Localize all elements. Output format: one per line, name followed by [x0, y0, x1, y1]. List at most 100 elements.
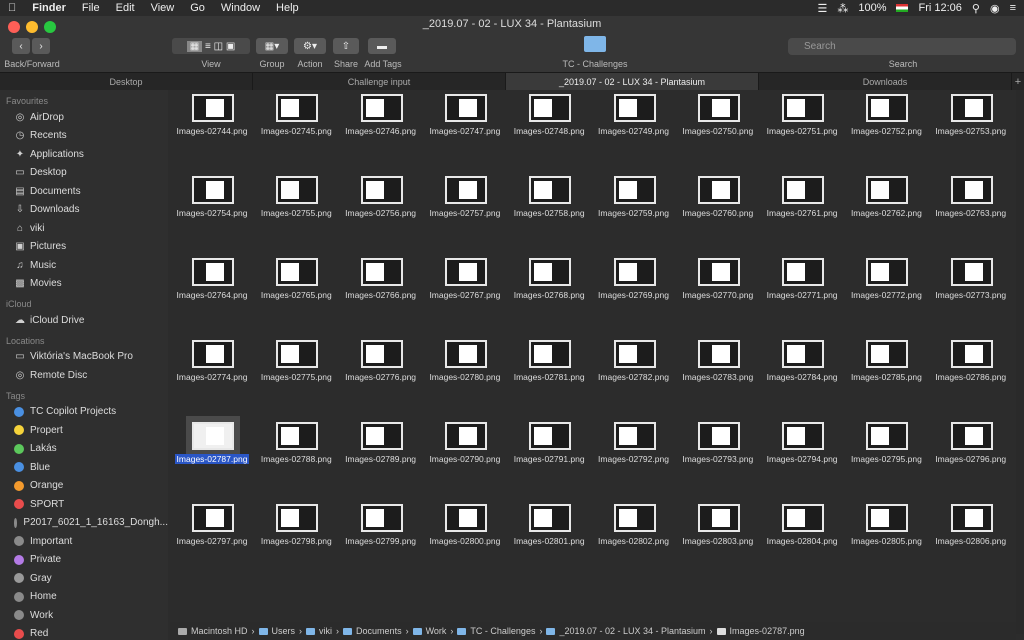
file-item[interactable]: Images-02750.png: [676, 90, 760, 154]
file-item[interactable]: Images-02790.png: [423, 402, 507, 482]
file-item[interactable]: Images-02786.png: [929, 320, 1013, 400]
file-item[interactable]: Images-02772.png: [844, 238, 928, 318]
file-item[interactable]: Images-02805.png: [844, 484, 928, 564]
file-item[interactable]: Images-02769.png: [592, 238, 676, 318]
search-icon[interactable]: ⚲: [972, 2, 980, 15]
menu-file[interactable]: File: [74, 0, 108, 16]
file-item[interactable]: Images-02758.png: [507, 156, 591, 236]
path-segment[interactable]: Images-02787.png: [730, 626, 805, 636]
file-item[interactable]: Images-02789.png: [339, 402, 423, 482]
sidebar-tag-item[interactable]: Work: [0, 606, 168, 625]
siri-icon[interactable]: ◉: [990, 2, 1000, 15]
sidebar-tag-item[interactable]: TC Copilot Projects: [0, 403, 168, 422]
file-item[interactable]: Images-02763.png: [929, 156, 1013, 236]
battery-percent[interactable]: 100%: [858, 2, 886, 14]
file-item[interactable]: Images-02760.png: [676, 156, 760, 236]
path-segment[interactable]: Work: [426, 626, 447, 636]
file-item[interactable]: Images-02766.png: [339, 238, 423, 318]
file-item[interactable]: Images-02780.png: [423, 320, 507, 400]
clock[interactable]: Fri 12:06: [918, 2, 961, 14]
sidebar-tag-item[interactable]: Red: [0, 625, 168, 640]
file-item[interactable]: Images-02803.png: [676, 484, 760, 564]
file-item[interactable]: Images-02754.png: [170, 156, 254, 236]
group-button[interactable]: ▦▾: [256, 38, 288, 54]
file-item[interactable]: Images-02781.png: [507, 320, 591, 400]
file-item[interactable]: Images-02744.png: [170, 90, 254, 154]
tab-plantasium[interactable]: _2019.07 - 02 - LUX 34 - Plantasium: [506, 73, 759, 90]
file-item[interactable]: Images-02756.png: [339, 156, 423, 236]
file-item[interactable]: Images-02775.png: [254, 320, 338, 400]
sidebar-favourite-item[interactable]: ◎ AirDrop: [0, 108, 168, 127]
file-item[interactable]: Images-02798.png: [254, 484, 338, 564]
tab-downloads[interactable]: Downloads: [759, 73, 1012, 90]
file-item[interactable]: Images-02791.png: [507, 402, 591, 482]
sidebar-favourite-item[interactable]: ▭ Desktop: [0, 164, 168, 183]
file-item[interactable]: Images-02773.png: [929, 238, 1013, 318]
sidebar-favourite-item[interactable]: ◷ Recents: [0, 127, 168, 146]
sidebar-tag-item[interactable]: Gray: [0, 569, 168, 588]
tab-challenge-input[interactable]: Challenge input: [253, 73, 506, 90]
sidebar-tag-item[interactable]: Propert: [0, 421, 168, 440]
file-item[interactable]: Images-02768.png: [507, 238, 591, 318]
file-item[interactable]: Images-02792.png: [592, 402, 676, 482]
file-item[interactable]: Images-02771.png: [760, 238, 844, 318]
tab-desktop[interactable]: Desktop: [0, 73, 253, 90]
file-item[interactable]: Images-02755.png: [254, 156, 338, 236]
file-item[interactable]: Images-02784.png: [760, 320, 844, 400]
file-item[interactable]: Images-02788.png: [254, 402, 338, 482]
sidebar-tag-item[interactable]: P2017_6021_1_16163_Dongh...: [0, 514, 168, 533]
menu-list-icon[interactable]: ≡: [1010, 2, 1016, 14]
sidebar-tag-item[interactable]: Home: [0, 588, 168, 607]
file-item[interactable]: Images-02745.png: [254, 90, 338, 154]
search-input[interactable]: Search: [788, 38, 1016, 55]
sidebar-tag-item[interactable]: SPORT: [0, 495, 168, 514]
path-segment[interactable]: Macintosh HD: [191, 626, 248, 636]
back-button[interactable]: ‹: [12, 38, 30, 54]
share-button[interactable]: ⇧: [333, 38, 359, 54]
file-item[interactable]: Images-02767.png: [423, 238, 507, 318]
file-item[interactable]: Images-02776.png: [339, 320, 423, 400]
sidebar-tag-item[interactable]: Lakás: [0, 440, 168, 459]
file-item[interactable]: Images-02770.png: [676, 238, 760, 318]
menu-app-name[interactable]: Finder: [24, 0, 74, 16]
sidebar-tag-item[interactable]: Private: [0, 551, 168, 570]
file-item[interactable]: Images-02797.png: [170, 484, 254, 564]
menu-edit[interactable]: Edit: [108, 0, 143, 16]
column-view-icon[interactable]: ◫: [214, 41, 223, 52]
file-item[interactable]: Images-02796.png: [929, 402, 1013, 482]
sidebar-location-item[interactable]: ◎ Remote Disc: [0, 366, 168, 385]
file-item[interactable]: Images-02761.png: [760, 156, 844, 236]
view-switcher[interactable]: ▦ ≡ ◫ ▣: [172, 38, 250, 54]
sidebar-tag-item[interactable]: Blue: [0, 458, 168, 477]
sidebar-tag-item[interactable]: Important: [0, 532, 168, 551]
file-item[interactable]: Images-02782.png: [592, 320, 676, 400]
folder-icon[interactable]: [584, 36, 606, 52]
file-item[interactable]: Images-02753.png: [929, 90, 1013, 154]
file-item[interactable]: Images-02806.png: [929, 484, 1013, 564]
file-item[interactable]: Images-02748.png: [507, 90, 591, 154]
sidebar-favourite-item[interactable]: ▣ Pictures: [0, 238, 168, 257]
apple-icon[interactable]: : [0, 0, 24, 16]
file-item[interactable]: Images-02794.png: [760, 402, 844, 482]
new-tab-button[interactable]: +: [1012, 73, 1024, 90]
path-segment[interactable]: viki: [319, 626, 332, 636]
file-item[interactable]: Images-02746.png: [339, 90, 423, 154]
file-item[interactable]: Images-02757.png: [423, 156, 507, 236]
file-item[interactable]: Images-02764.png: [170, 238, 254, 318]
menu-help[interactable]: Help: [268, 0, 307, 16]
path-segment[interactable]: TC - Challenges: [470, 626, 535, 636]
path-segment[interactable]: Users: [272, 626, 296, 636]
icon-view-icon[interactable]: ▦: [186, 40, 203, 52]
add-tags-button[interactable]: ▬: [368, 38, 396, 54]
file-item[interactable]: Images-02752.png: [844, 90, 928, 154]
sidebar-icloud-item[interactable]: ☁ iCloud Drive: [0, 311, 168, 330]
path-segment[interactable]: _2019.07 - 02 - LUX 34 - Plantasium: [559, 626, 705, 636]
file-item[interactable]: Images-02793.png: [676, 402, 760, 482]
file-item[interactable]: Images-02785.png: [844, 320, 928, 400]
menu-window[interactable]: Window: [213, 0, 268, 16]
flag-icon[interactable]: [896, 4, 909, 12]
file-item[interactable]: Images-02759.png: [592, 156, 676, 236]
file-item[interactable]: Images-02799.png: [339, 484, 423, 564]
sidebar-tag-item[interactable]: Orange: [0, 477, 168, 496]
gallery-view-icon[interactable]: ▣: [226, 41, 235, 52]
